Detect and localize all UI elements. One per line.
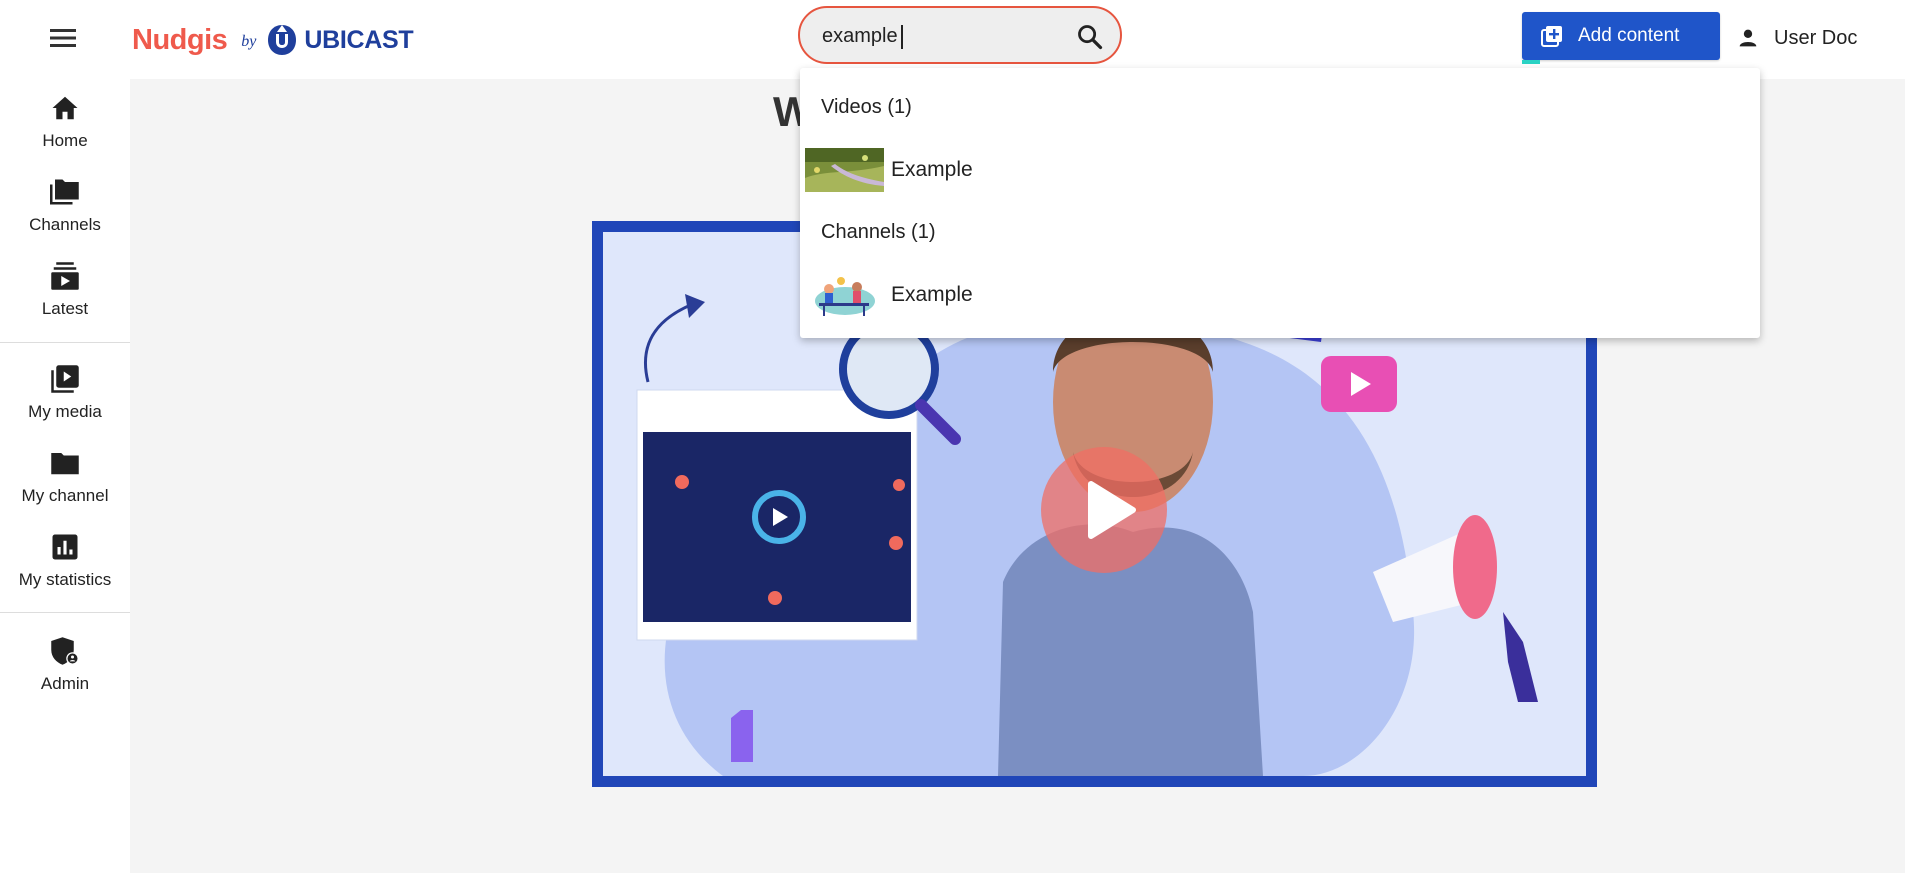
add-box-icon: [1541, 26, 1562, 47]
home-icon: [52, 96, 78, 120]
video-thumbnail: [805, 148, 884, 192]
sidebar: Home Channels Latest My media My channel: [0, 79, 130, 873]
user-name: User Doc: [1774, 26, 1858, 49]
sidebar-item-label: My statistics: [18, 570, 112, 589]
search-results-dropdown: Videos (1) Example Channels (1) Example: [800, 68, 1760, 338]
sidebar-item-my-statistics[interactable]: My statistics: [0, 532, 130, 604]
logo-ubicast: UBICAST: [304, 25, 414, 54]
sidebar-divider: [0, 342, 130, 343]
sidebar-item-home[interactable]: Home: [0, 93, 130, 165]
sidebar-item-my-media[interactable]: My media: [0, 364, 130, 436]
hamburger-menu-icon[interactable]: [45, 22, 81, 54]
results-section-videos: Videos (1): [821, 96, 912, 118]
folders-icon: [50, 179, 79, 205]
sidebar-item-my-channel[interactable]: My channel: [0, 448, 130, 520]
play-icon: [1088, 481, 1136, 539]
result-item-label: Example: [891, 158, 973, 181]
sidebar-item-label: Home: [42, 131, 88, 150]
result-item-channel[interactable]: Example: [805, 272, 1755, 318]
logo[interactable]: Nudgis by UBICAST: [132, 22, 414, 58]
logo-by: by: [241, 33, 257, 50]
sidebar-item-channels[interactable]: Channels: [0, 177, 130, 249]
folder-icon: [51, 453, 79, 475]
sidebar-item-latest[interactable]: Latest: [0, 261, 130, 333]
sidebar-item-label: Admin: [40, 674, 90, 693]
admin-shield-icon: [51, 637, 79, 665]
sidebar-item-label: Latest: [41, 299, 89, 318]
sidebar-item-label: Channels: [29, 215, 101, 234]
sidebar-item-label: My channel: [21, 486, 109, 505]
user-menu[interactable]: User Doc: [1738, 24, 1857, 52]
video-library-icon: [51, 365, 79, 393]
text-caret: [901, 25, 903, 49]
sidebar-divider: [0, 612, 130, 613]
result-item-video[interactable]: Example: [805, 147, 1755, 193]
sidebar-item-label: My media: [28, 402, 102, 421]
search-icon[interactable]: [1076, 23, 1104, 51]
add-content-button[interactable]: Add content: [1522, 12, 1720, 64]
channel-thumbnail: [805, 273, 884, 317]
person-icon: [1739, 29, 1757, 47]
button-accent: [1522, 60, 1540, 64]
search-input[interactable]: [820, 21, 1064, 51]
play-button[interactable]: [1041, 447, 1167, 573]
ubicast-logo-icon: [268, 25, 297, 55]
results-section-channels: Channels (1): [821, 221, 936, 243]
logo-nudgis: Nudgis: [132, 23, 228, 56]
subscriptions-icon: [51, 262, 79, 290]
sidebar-item-admin[interactable]: Admin: [0, 636, 130, 708]
add-content-label: Add content: [1578, 25, 1680, 46]
result-item-label: Example: [891, 283, 973, 306]
chart-icon: [52, 534, 78, 560]
search-box[interactable]: [798, 6, 1122, 64]
